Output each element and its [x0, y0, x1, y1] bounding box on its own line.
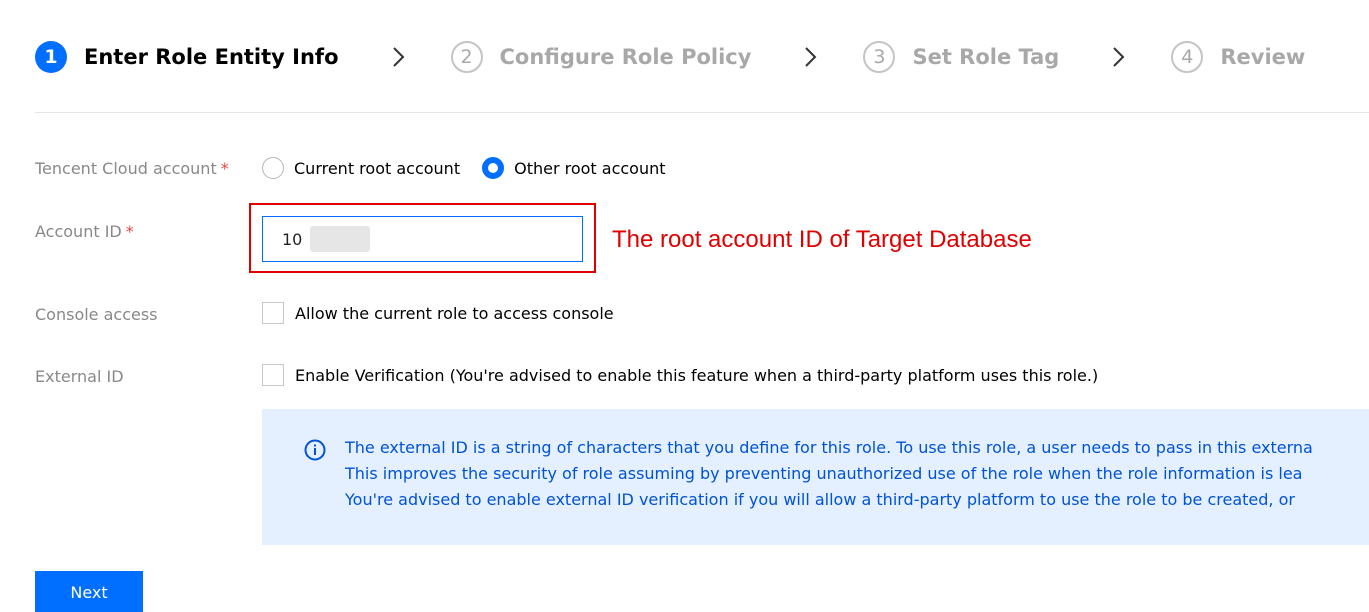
console-access-checkbox-row[interactable]: Allow the current role to access console: [262, 300, 614, 326]
radio-circle[interactable]: [262, 157, 284, 179]
create-role-page: 1 Enter Role Entity Info 2 Configure Rol…: [0, 0, 1369, 612]
account-type-radio-group: Current root account Other root account: [262, 154, 688, 182]
stepper: 1 Enter Role Entity Info 2 Configure Rol…: [35, 36, 1305, 78]
account-id-label: Account ID *: [35, 222, 134, 241]
info-icon: [304, 439, 326, 461]
required-mark: *: [220, 159, 229, 178]
info-text: The external ID is a string of character…: [345, 435, 1369, 513]
info-line-3: You're advised to enable external ID ver…: [345, 490, 1295, 509]
step-4-label: Review: [1220, 45, 1306, 69]
info-box: The external ID is a string of character…: [262, 409, 1369, 545]
chevron-right-icon: [1105, 46, 1133, 68]
redacted-mask: [310, 226, 370, 252]
radio-label: Other root account: [514, 158, 666, 178]
account-type-label-text: Tencent Cloud account: [35, 159, 217, 178]
external-id-checkbox[interactable]: [262, 364, 284, 386]
step-1-label: Enter Role Entity Info: [84, 45, 339, 69]
next-button[interactable]: Next: [35, 571, 143, 612]
step-3: 3 Set Role Tag: [863, 41, 1059, 73]
chevron-right-icon: [797, 46, 825, 68]
console-access-label: Console access: [35, 305, 158, 324]
account-type-label: Tencent Cloud account *: [35, 159, 229, 178]
account-id-label-text: Account ID: [35, 222, 122, 241]
radio-current-root-account[interactable]: Current root account: [262, 157, 460, 179]
console-access-checkbox[interactable]: [262, 302, 284, 324]
required-mark: *: [125, 222, 134, 241]
radio-label: Current root account: [294, 158, 461, 178]
step-2-label: Configure Role Policy: [499, 45, 752, 69]
info-line-2: This improves the security of role assum…: [345, 464, 1303, 483]
chevron-right-icon: [385, 46, 413, 68]
annotation-text: The root account ID of Target Database: [612, 226, 1032, 253]
step-4: 4 Review: [1171, 41, 1305, 73]
step-2: 2 Configure Role Policy: [450, 41, 752, 73]
radio-circle-checked[interactable]: [482, 157, 505, 179]
header-divider: [35, 112, 1369, 113]
info-line-1: The external ID is a string of character…: [345, 438, 1313, 457]
radio-other-root-account[interactable]: Other root account: [482, 157, 666, 179]
step-3-number: 3: [863, 41, 896, 73]
external-id-checkbox-row[interactable]: Enable Verification (You're advised to e…: [262, 362, 1098, 388]
step-1-number: 1: [35, 41, 67, 73]
external-id-label: External ID: [35, 367, 124, 386]
step-3-label: Set Role Tag: [912, 45, 1060, 69]
step-4-number: 4: [1171, 41, 1204, 73]
step-1: 1 Enter Role Entity Info: [35, 41, 339, 73]
console-access-checkbox-label: Allow the current role to access console: [295, 303, 614, 323]
step-2-number: 2: [450, 41, 483, 73]
external-id-checkbox-label: Enable Verification (You're advised to e…: [295, 365, 1099, 385]
